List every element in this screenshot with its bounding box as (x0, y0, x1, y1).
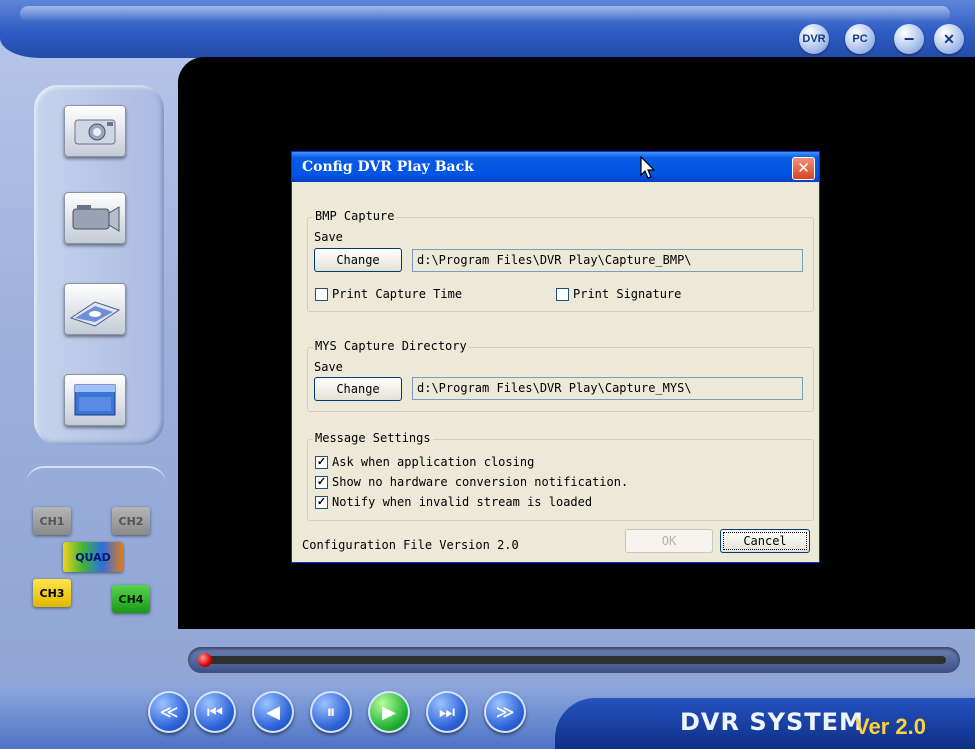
no-hardware-label: Show no hardware conversion notification… (332, 475, 629, 489)
ch2-button[interactable]: CH2 (112, 507, 150, 535)
mys-change-button[interactable]: Change (314, 377, 402, 401)
minimize-icon[interactable]: − (894, 24, 924, 54)
seek-bar[interactable] (188, 647, 960, 673)
config-dialog: Config DVR Play Back ✕ BMP Capture Save … (291, 151, 820, 563)
cancel-button[interactable]: Cancel (720, 529, 810, 553)
rewind-button[interactable]: ≪ (148, 691, 190, 733)
snapshot-camera-button[interactable] (64, 105, 126, 157)
fast-forward-button[interactable]: ≫ (484, 691, 526, 733)
mouse-cursor-icon (640, 156, 656, 179)
pause-button[interactable]: ⏸ (310, 691, 352, 733)
disk-icon (69, 301, 121, 327)
print-capture-time-label: Print Capture Time (332, 287, 463, 301)
ok-button[interactable]: OK (625, 529, 713, 553)
previous-button[interactable]: ⏮ (194, 691, 236, 733)
pc-icon[interactable]: PC (845, 24, 875, 54)
disk-button[interactable] (64, 283, 126, 335)
camcorder-icon (72, 205, 120, 232)
bmp-path-field[interactable]: d:\Program Files\DVR Play\Capture_BMP\ (412, 249, 803, 272)
ask-closing-label: Ask when application closing (332, 455, 535, 469)
ch1-button[interactable]: CH1 (33, 507, 71, 535)
camera-icon (74, 119, 116, 145)
seek-thumb[interactable] (198, 653, 212, 667)
title-bar-shine (20, 6, 950, 22)
close-icon: ✕ (797, 159, 810, 177)
brand-version: Ver 2.0 (855, 714, 926, 739)
no-hardware-checkbox[interactable]: ✓ (315, 476, 328, 489)
next-button[interactable]: ⏭ (426, 691, 468, 733)
step-back-button[interactable]: ◀ (252, 691, 294, 733)
window-icon (74, 384, 116, 416)
dialog-close-button[interactable]: ✕ (792, 157, 815, 180)
bmp-save-label: Save (314, 230, 343, 244)
quad-button[interactable]: QUAD (63, 542, 123, 572)
mys-capture-group: MYS Capture Directory Save Change d:\Pro… (307, 339, 814, 412)
close-app-icon[interactable]: ✕ (934, 24, 964, 54)
play-button[interactable]: ▶ (368, 691, 410, 733)
brand-panel: DVR SYSTEM Ver 2.0 (555, 698, 975, 749)
ch3-button[interactable]: CH3 (33, 579, 71, 607)
print-capture-time-checkbox[interactable] (315, 288, 328, 301)
message-settings-group: Message Settings ✓ Ask when application … (307, 431, 814, 521)
mys-group-label: MYS Capture Directory (313, 339, 469, 353)
bmp-group-label: BMP Capture (313, 209, 397, 223)
mys-save-label: Save (314, 360, 343, 374)
ch4-button[interactable]: CH4 (112, 585, 150, 613)
bmp-capture-group: BMP Capture Save Change d:\Program Files… (307, 209, 814, 312)
invalid-stream-label: Notify when invalid stream is loaded (332, 495, 593, 509)
mys-path-field[interactable]: d:\Program Files\DVR Play\Capture_MYS\ (412, 377, 803, 400)
message-group-label: Message Settings (313, 431, 433, 445)
ask-closing-checkbox[interactable]: ✓ (315, 456, 328, 469)
bmp-change-button[interactable]: Change (314, 248, 402, 272)
brand-title: DVR SYSTEM (680, 708, 864, 736)
tool-panel (34, 85, 164, 445)
print-signature-checkbox[interactable] (556, 288, 569, 301)
folder-button[interactable] (64, 374, 126, 426)
print-signature-label: Print Signature (573, 287, 682, 301)
seek-track (202, 656, 946, 664)
config-version-text: Configuration File Version 2.0 (302, 538, 519, 552)
dialog-title: Config DVR Play Back (292, 152, 819, 182)
invalid-stream-checkbox[interactable]: ✓ (315, 496, 328, 509)
title-bar (0, 0, 975, 58)
record-camcorder-button[interactable] (64, 192, 126, 244)
dvr-icon[interactable]: DVR (799, 24, 829, 54)
